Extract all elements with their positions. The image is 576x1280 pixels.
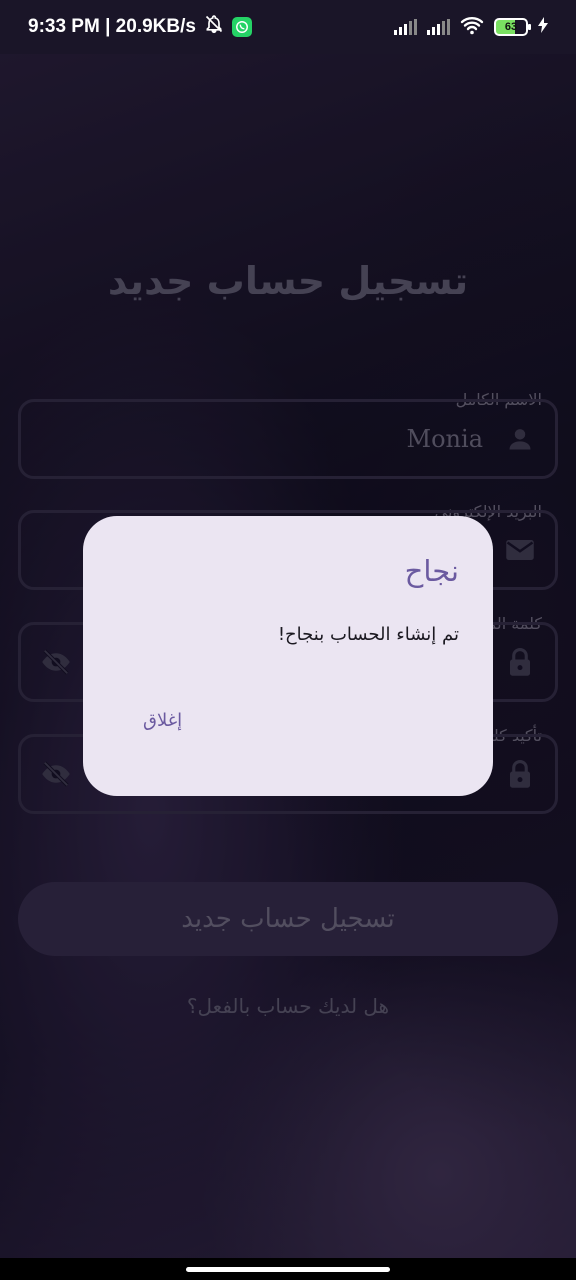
battery-level: 63	[504, 21, 518, 33]
battery-icon: 63	[494, 18, 531, 36]
whatsapp-icon	[231, 17, 252, 37]
charging-icon	[538, 17, 548, 37]
status-left: 9:33 PM | 20.9KB/s	[28, 14, 252, 40]
status-right: 63	[394, 15, 548, 39]
home-handle[interactable]	[186, 1267, 390, 1272]
status-time-speed: 9:33 PM | 20.9KB/s	[28, 16, 196, 37]
register-screen: تسجيل حساب جديد الاسم الكامل Monia البري…	[0, 54, 576, 1280]
success-dialog: نجاح تم إنشاء الحساب بنجاح! إغلاق	[83, 516, 493, 796]
navigation-bar	[0, 1258, 576, 1280]
status-bar: 9:33 PM | 20.9KB/s 63	[0, 0, 576, 54]
bell-off-icon	[204, 14, 224, 40]
signal-icon	[394, 19, 417, 35]
dialog-title: نجاح	[404, 554, 459, 588]
wifi-icon	[460, 15, 484, 39]
dialog-message: تم إنشاء الحساب بنجاح!	[277, 624, 459, 645]
signal-icon	[427, 19, 450, 35]
close-button[interactable]: إغلاق	[143, 710, 182, 731]
